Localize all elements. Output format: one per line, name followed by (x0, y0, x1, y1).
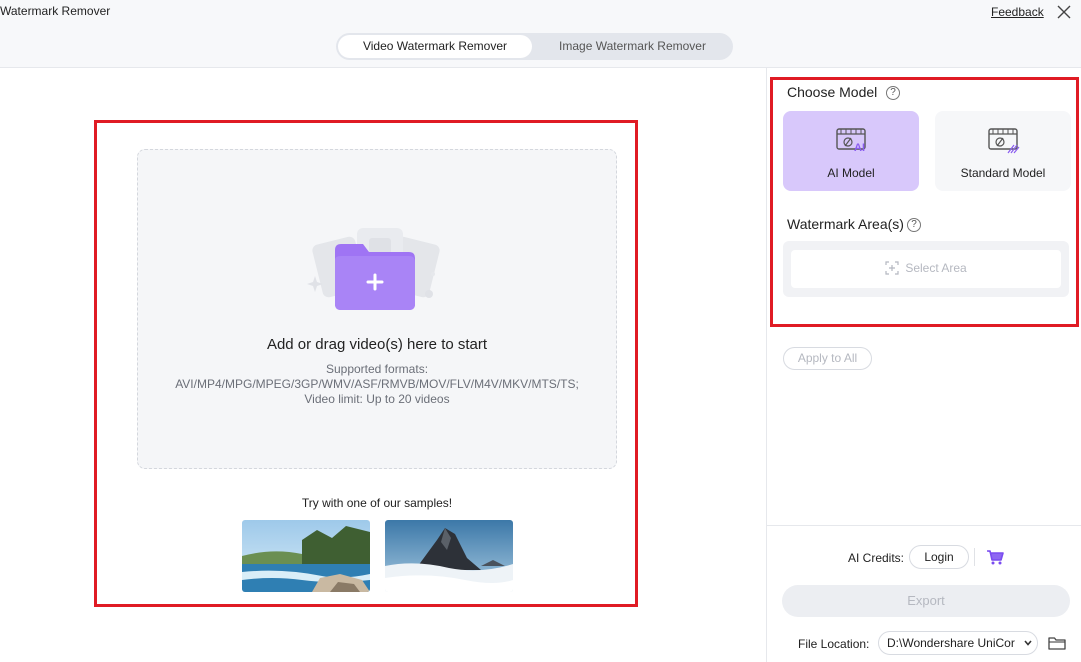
svg-text:AI: AI (854, 142, 865, 154)
main-area: Add or drag video(s) here to start Suppo… (0, 68, 766, 662)
divider (974, 548, 975, 566)
select-area-button[interactable]: Select Area (791, 250, 1061, 288)
standard-model-option[interactable]: Standard Model (935, 111, 1071, 191)
feedback-link[interactable]: Feedback (991, 5, 1044, 19)
ai-model-option[interactable]: AI AI Model (783, 111, 919, 191)
folder-add-icon (307, 228, 440, 310)
ai-credits-label: AI Credits: (848, 551, 905, 565)
apply-to-all-button[interactable]: Apply to All (783, 347, 872, 370)
chevron-down-icon (1024, 640, 1032, 646)
select-area-label: Select Area (905, 261, 967, 275)
sample-thumbnail-mountain[interactable] (385, 520, 513, 592)
video-limit-text: Video limit: Up to 20 videos (304, 392, 450, 406)
export-button[interactable]: Export (782, 585, 1070, 617)
supported-formats-list: AVI/MP4/MPG/MPEG/3GP/WMV/ASF/RMVB/MOV/FL… (175, 377, 579, 391)
samples-title: Try with one of our samples! (301, 496, 453, 510)
watermark-area-label: Watermark Area(s) (787, 216, 904, 232)
settings-sidebar: Choose Model ? AI AI Model Standard Mode… (766, 68, 1081, 662)
file-location-label: File Location: (798, 637, 870, 651)
login-button[interactable]: Login (909, 545, 969, 569)
help-icon[interactable]: ? (907, 218, 921, 232)
app-window: Watermark Remover Feedback Video Waterma… (0, 0, 1081, 662)
folder-icon[interactable] (1048, 635, 1066, 651)
watermark-area-panel: Select Area (783, 241, 1069, 297)
ai-model-label: AI Model (827, 166, 875, 180)
tab-video-watermark-remover[interactable]: Video Watermark Remover (338, 35, 532, 58)
file-location-value: D:\Wondershare UniCor (887, 636, 1015, 650)
ai-model-icon: AI (836, 128, 866, 154)
select-area-icon (885, 261, 899, 275)
tab-image-watermark-remover[interactable]: Image Watermark Remover (534, 35, 731, 58)
app-title: Watermark Remover (0, 4, 111, 18)
supported-formats-label: Supported formats: (325, 362, 429, 376)
divider (767, 525, 1081, 526)
mode-tabs: Video Watermark Remover Image Watermark … (336, 33, 733, 60)
sample-thumbnail-river[interactable] (242, 520, 370, 592)
title-bar: Watermark Remover Feedback Video Waterma… (0, 0, 1081, 68)
cart-icon[interactable] (986, 549, 1004, 565)
standard-model-icon (988, 128, 1020, 154)
help-icon[interactable]: ? (886, 86, 900, 100)
standard-model-label: Standard Model (960, 166, 1046, 180)
dropzone-title: Add or drag video(s) here to start (266, 336, 488, 353)
video-dropzone[interactable]: Add or drag video(s) here to start Suppo… (137, 149, 617, 469)
close-icon[interactable] (1055, 3, 1073, 21)
choose-model-label: Choose Model (787, 84, 878, 100)
file-location-select[interactable]: D:\Wondershare UniCor (878, 631, 1038, 655)
